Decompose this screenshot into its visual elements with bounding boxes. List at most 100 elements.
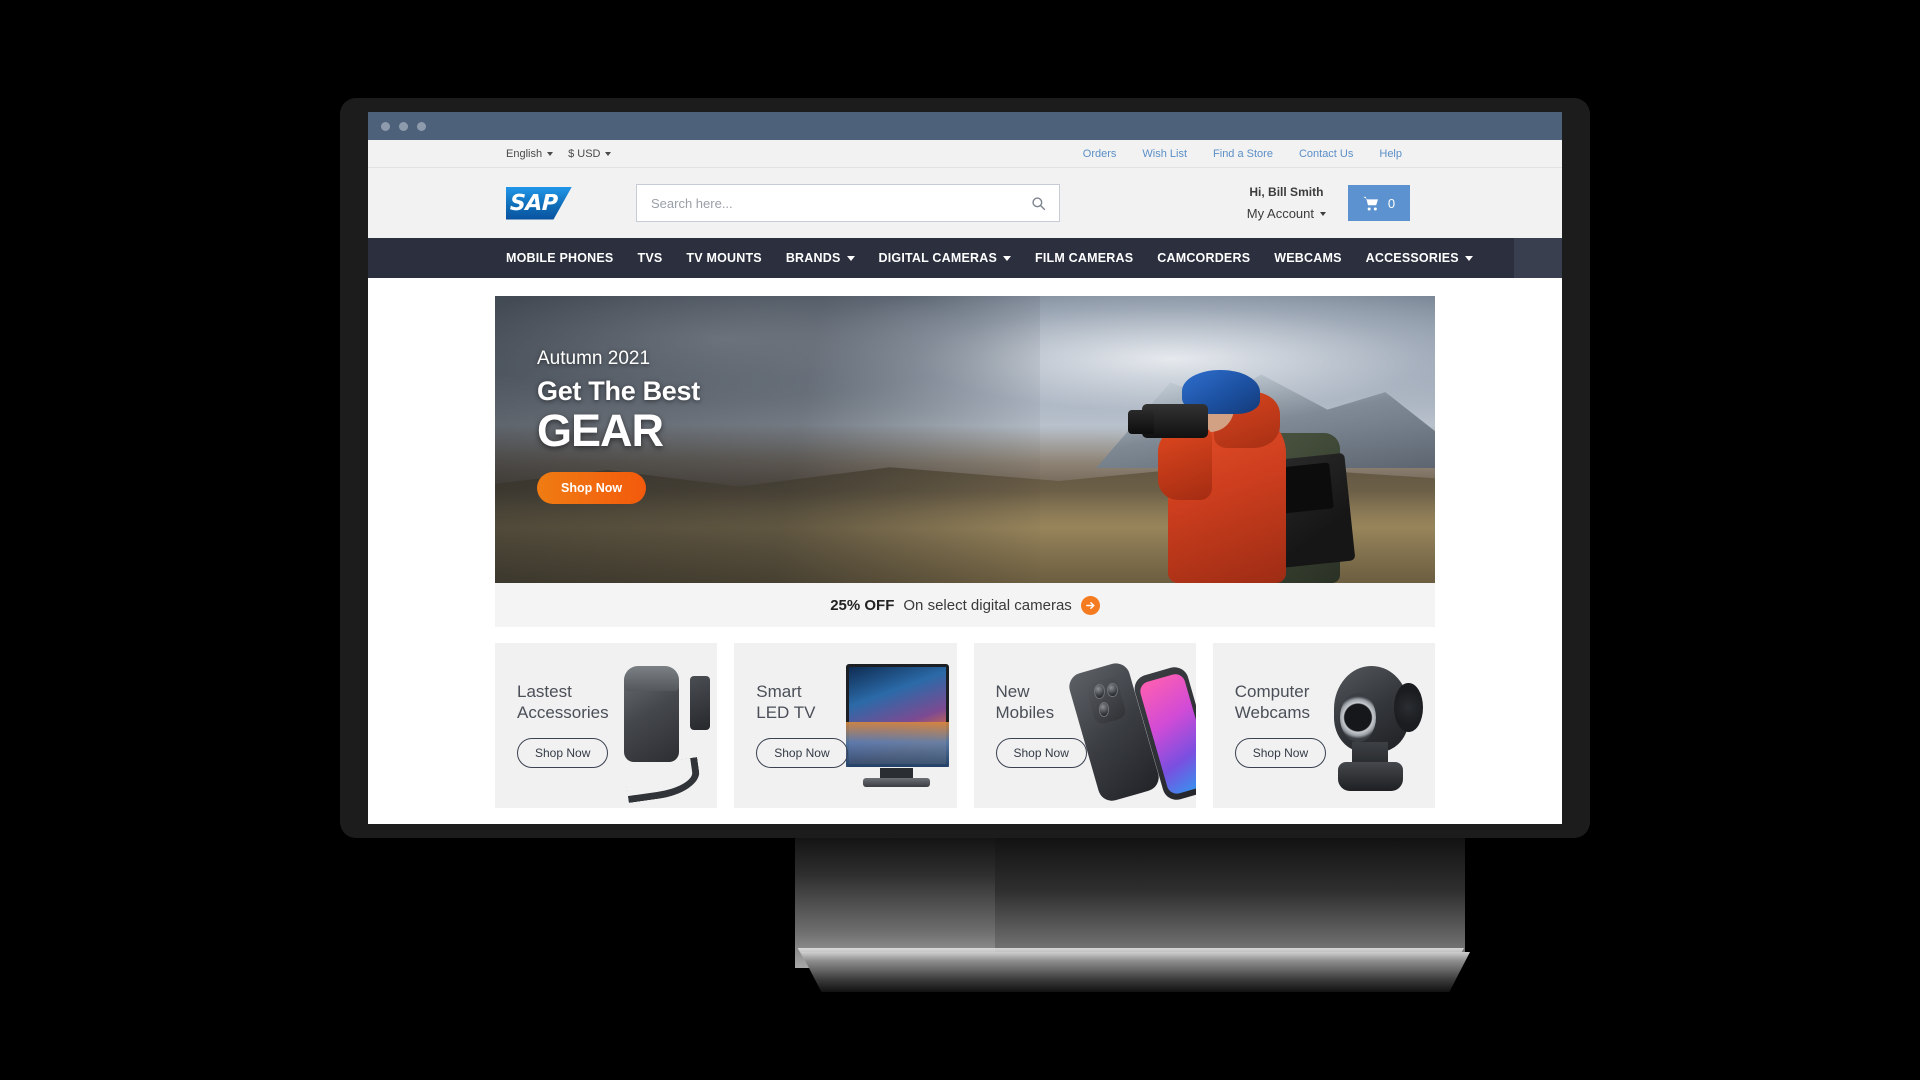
webcam-lens-ring-shape bbox=[1340, 692, 1377, 742]
sap-logo-text: SAP bbox=[509, 190, 558, 216]
category-cards-row: Lastest Accessories Shop Now Smart LED T… bbox=[495, 643, 1435, 808]
nav-item-webcams[interactable]: WEBCAMS bbox=[1274, 251, 1341, 265]
nav-item-film-cameras[interactable]: FILM CAMERAS bbox=[1035, 251, 1133, 265]
monitor-stand-base bbox=[800, 952, 1470, 992]
greeting-text: Hi, Bill Smith bbox=[1249, 185, 1324, 199]
television-product-image bbox=[837, 643, 957, 808]
hero-shop-now-button[interactable]: Shop Now bbox=[537, 472, 647, 505]
close-dot[interactable] bbox=[381, 121, 390, 131]
card-title: Smart LED TV bbox=[756, 682, 816, 723]
nav-item-tv-mounts[interactable]: TV MOUNTS bbox=[686, 251, 761, 265]
promo-discount: 25% OFF bbox=[830, 596, 895, 614]
monitor-stand-shadow bbox=[995, 838, 1465, 956]
nav-item-tvs[interactable]: TVS bbox=[637, 251, 662, 265]
utility-link-help[interactable]: Help bbox=[1379, 148, 1402, 160]
category-card-accessories[interactable]: Lastest Accessories Shop Now bbox=[495, 643, 718, 808]
utility-bar: English $ USD Orders Wish List Find a St… bbox=[368, 140, 1562, 168]
search-icon[interactable] bbox=[1017, 185, 1059, 221]
nav-label: FILM CAMERAS bbox=[1035, 251, 1134, 265]
webcam-product-image bbox=[1315, 643, 1435, 808]
phone-lens-icon bbox=[1093, 684, 1105, 700]
phone-lens-icon bbox=[1106, 682, 1118, 698]
card-copy: New Mobiles Shop Now bbox=[995, 681, 1087, 768]
my-account-menu[interactable]: My Account bbox=[1247, 206, 1326, 221]
card-shop-now-button[interactable]: Shop Now bbox=[517, 737, 609, 768]
nav-label: TVS bbox=[637, 251, 663, 265]
site-header: SAP Hi, Bill Smith My Account bbox=[368, 168, 1562, 238]
tv-screen-reflection bbox=[846, 722, 950, 767]
card-shop-now-button[interactable]: Shop Now bbox=[995, 737, 1087, 768]
hero-text-block: Autumn 2021 Get The Best GEAR Shop Now bbox=[537, 348, 700, 505]
hero-banner[interactable]: Autumn 2021 Get The Best GEAR Shop Now bbox=[495, 296, 1435, 583]
language-selector[interactable]: English bbox=[506, 147, 554, 160]
search-input[interactable] bbox=[637, 185, 1017, 221]
language-label: English bbox=[506, 147, 543, 160]
utility-link-contact-us[interactable]: Contact Us bbox=[1299, 148, 1353, 160]
promo-strip[interactable]: 25% OFF On select digital cameras bbox=[495, 583, 1435, 627]
card-shop-now-button[interactable]: Shop Now bbox=[756, 737, 848, 768]
card-copy: Lastest Accessories Shop Now bbox=[517, 681, 609, 768]
tv-stand-shape bbox=[879, 768, 914, 779]
chevron-down-icon bbox=[547, 151, 554, 156]
shopping-cart-icon bbox=[1363, 196, 1378, 210]
chevron-down-icon bbox=[1464, 255, 1473, 261]
chevron-down-icon bbox=[605, 151, 612, 156]
hero-photographer-image bbox=[1128, 348, 1356, 583]
nav-item-digital-cameras[interactable]: DIGITAL CAMERAS bbox=[879, 251, 1012, 265]
accessories-product-image bbox=[597, 643, 717, 808]
currency-label: $ USD bbox=[568, 147, 601, 160]
account-area: Hi, Bill Smith My Account 0 bbox=[1247, 185, 1410, 221]
utility-link-find-a-store[interactable]: Find a Store bbox=[1213, 148, 1273, 160]
browser-window: English $ USD Orders Wish List Find a St… bbox=[368, 112, 1562, 824]
nav-label: DIGITAL CAMERAS bbox=[878, 251, 998, 265]
nav-right-filler bbox=[1514, 238, 1562, 278]
memory-card-shape bbox=[689, 676, 711, 731]
monitor-scene: English $ USD Orders Wish List Find a St… bbox=[0, 0, 1920, 1080]
category-card-new-mobiles[interactable]: New Mobiles Shop Now bbox=[973, 643, 1196, 808]
webcam-side-shape bbox=[1394, 682, 1423, 733]
search-bar bbox=[636, 184, 1060, 222]
nav-item-accessories[interactable]: ACCESSORIES bbox=[1366, 251, 1473, 265]
card-title: Lastest Accessories bbox=[517, 682, 609, 723]
card-copy: Computer Webcams Shop Now bbox=[1234, 681, 1327, 768]
nav-label: WEBCAMS bbox=[1274, 251, 1342, 265]
nav-item-mobile-phones[interactable]: MOBILE PHONES bbox=[506, 251, 613, 265]
currency-selector[interactable]: $ USD bbox=[568, 147, 612, 160]
maximize-dot[interactable] bbox=[417, 121, 426, 131]
cart-button[interactable]: 0 bbox=[1348, 185, 1410, 221]
utility-link-orders[interactable]: Orders bbox=[1083, 148, 1117, 160]
nav-label: TV MOUNTS bbox=[686, 251, 762, 265]
account-text-group: Hi, Bill Smith My Account bbox=[1247, 185, 1326, 221]
chevron-down-icon bbox=[846, 255, 855, 261]
content-container: Autumn 2021 Get The Best GEAR Shop Now 2… bbox=[495, 296, 1435, 808]
hero-headline-line2: GEAR bbox=[537, 405, 664, 456]
page-body: Autumn 2021 Get The Best GEAR Shop Now 2… bbox=[368, 278, 1562, 824]
nav-label: CAMCORDERS bbox=[1157, 251, 1251, 265]
nav-item-camcorders[interactable]: CAMCORDERS bbox=[1157, 251, 1250, 265]
cart-count: 0 bbox=[1387, 195, 1396, 211]
sap-logo[interactable]: SAP bbox=[506, 186, 572, 220]
nav-item-brands[interactable]: BRANDS bbox=[786, 251, 855, 265]
my-account-label: My Account bbox=[1246, 206, 1314, 221]
card-shop-now-button[interactable]: Shop Now bbox=[1234, 737, 1327, 768]
category-card-computer-webcams[interactable]: Computer Webcams Shop Now bbox=[1212, 643, 1435, 808]
smartphones-product-image bbox=[1065, 643, 1196, 808]
utility-links: Orders Wish List Find a Store Contact Us… bbox=[1083, 148, 1402, 160]
arrow-right-circle-icon[interactable] bbox=[1080, 595, 1100, 615]
webcam-base-shape bbox=[1337, 761, 1403, 792]
category-card-smart-led-tv[interactable]: Smart LED TV Shop Now bbox=[734, 643, 957, 808]
nav-label: BRANDS bbox=[785, 251, 841, 265]
utility-link-wish-list[interactable]: Wish List bbox=[1142, 148, 1187, 160]
camera-lens-shape bbox=[1128, 410, 1155, 434]
chevron-down-icon bbox=[1320, 211, 1326, 216]
window-titlebar bbox=[368, 112, 1562, 140]
pouch-lid-shape bbox=[623, 666, 679, 691]
card-copy: Smart LED TV Shop Now bbox=[756, 681, 848, 768]
main-navigation: MOBILE PHONES TVS TV MOUNTS BRANDS DIGIT… bbox=[368, 238, 1562, 278]
nav-label: MOBILE PHONES bbox=[506, 251, 614, 265]
hero-headline-line1: Get The Best bbox=[537, 376, 700, 406]
minimize-dot[interactable] bbox=[399, 121, 408, 131]
camera-strap-shape bbox=[623, 756, 703, 804]
card-title: New Mobiles bbox=[995, 682, 1055, 723]
locale-group: English $ USD bbox=[506, 147, 612, 160]
